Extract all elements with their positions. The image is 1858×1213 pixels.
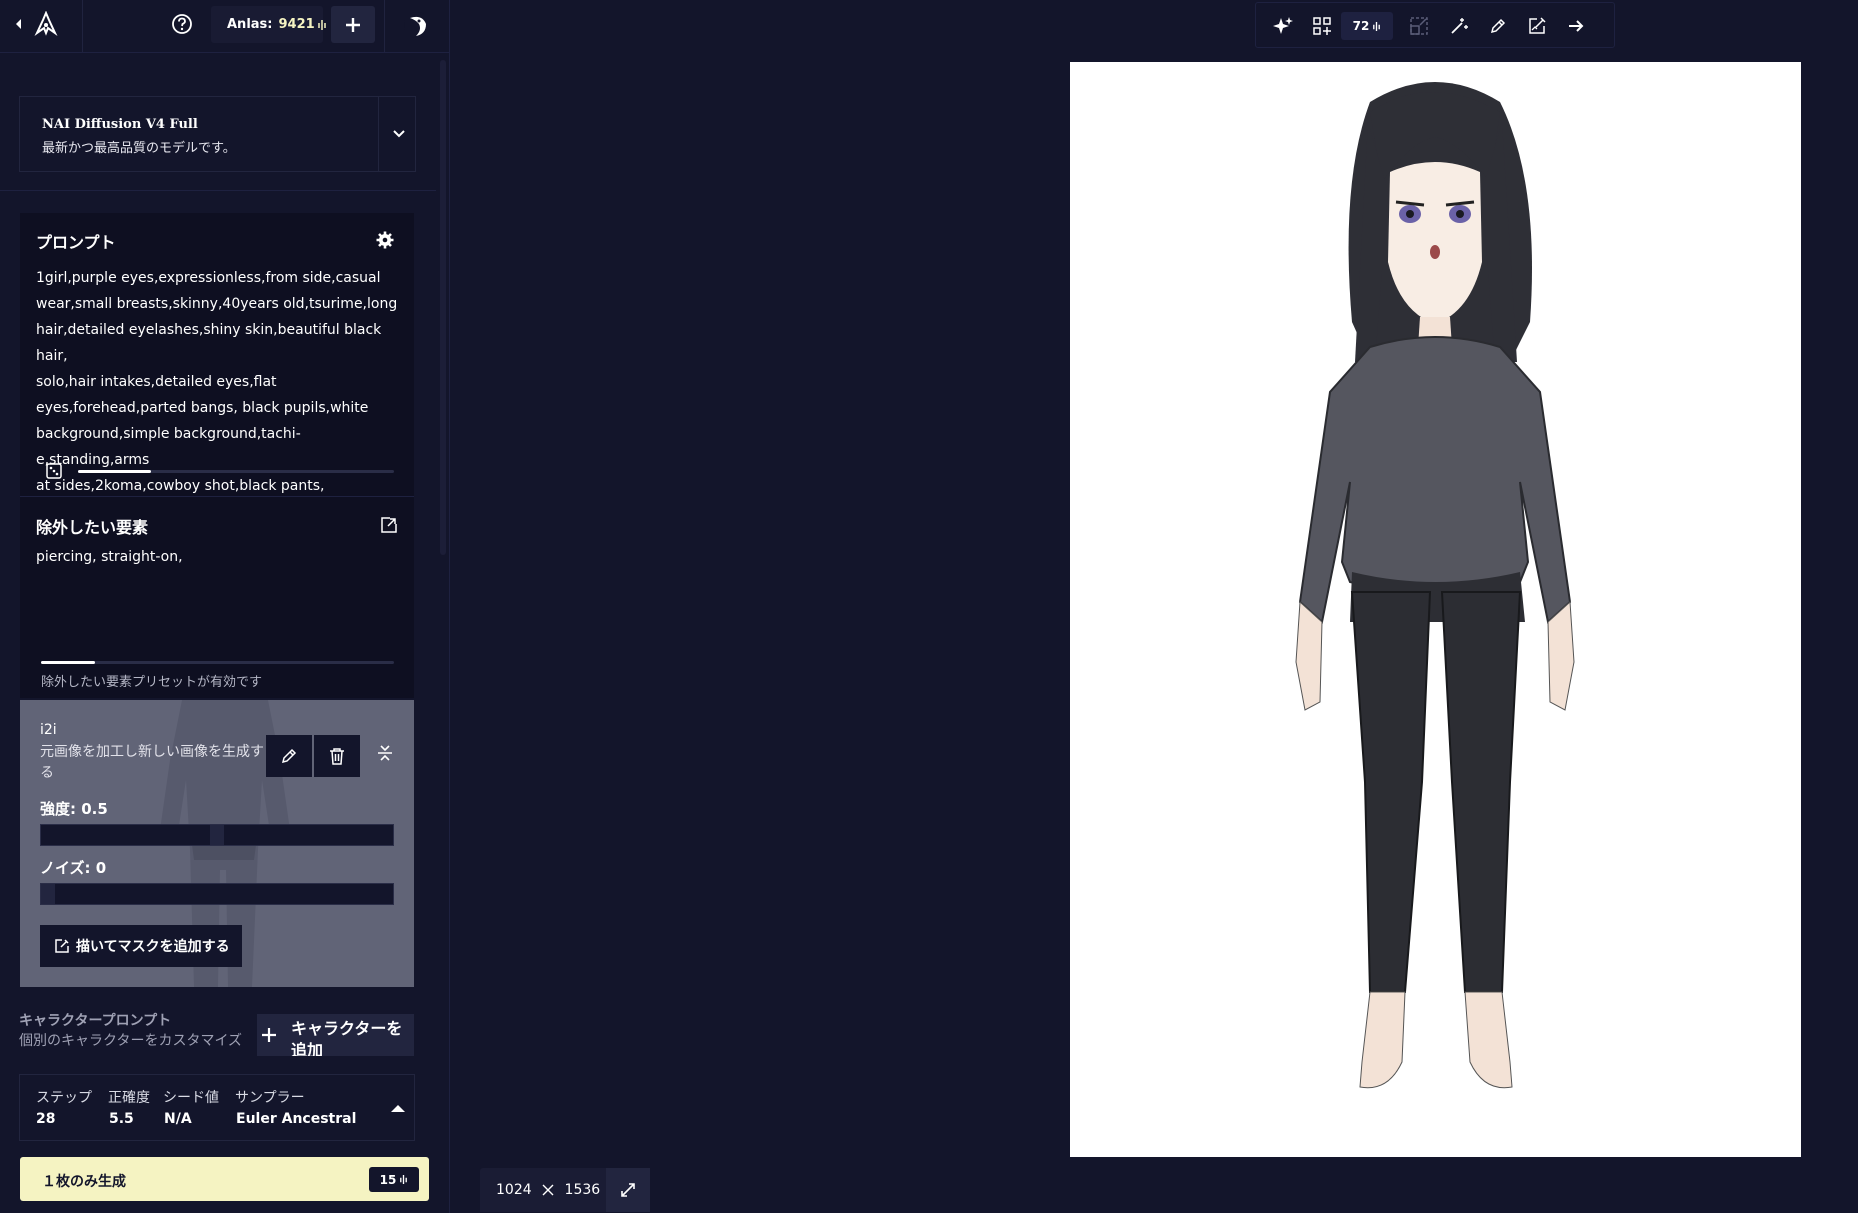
image-toolbar: 72 [1255, 2, 1615, 48]
negative-prompt-textarea[interactable]: piercing, straight-on, [36, 549, 183, 565]
anlas-label: Anlas: [227, 17, 273, 32]
grid-icon[interactable] [1309, 13, 1335, 39]
anlas-value: 9421 [278, 17, 315, 32]
anlas-icon [399, 1174, 408, 1185]
height-value: 1536 [564, 1182, 601, 1198]
generated-character-illustration [1295, 82, 1575, 1089]
prompt-token-fill [78, 470, 151, 473]
add-mask-button[interactable]: 描いてマスクを追加する [40, 925, 242, 967]
model-selector[interactable]: NAI Diffusion V4 Full 最新かつ最高品質のモデルです。 [19, 96, 416, 172]
generate-cost: 15 [369, 1167, 419, 1192]
strength-slider-handle[interactable] [210, 825, 224, 845]
strength-slider[interactable] [40, 824, 394, 846]
steps-value: 28 [36, 1111, 56, 1127]
settings-gear-icon[interactable] [376, 231, 394, 249]
dimensions-text: 1024 1536 [496, 1182, 600, 1198]
guidance-label: 正確度 [108, 1090, 150, 1106]
generation-params[interactable]: ステップ 28 正確度 5.5 シード値 N/A サンプラー Euler Anc… [19, 1074, 415, 1141]
generate-label: １枚のみ生成 [42, 1174, 126, 1190]
anlas-icon [317, 19, 327, 31]
divider [378, 97, 379, 171]
upscale-icon[interactable] [1406, 13, 1432, 39]
times-icon [542, 1184, 554, 1196]
expand-button[interactable] [606, 1168, 650, 1212]
avatar-icon[interactable] [402, 10, 432, 40]
negative-prompt-panel: 除外したい要素 piercing, straight-on, 除外したい要素プリ… [20, 496, 414, 698]
guidance-value: 5.5 [109, 1111, 134, 1127]
prompt-textarea[interactable]: 1girl,purple eyes,expressionless,from si… [36, 265, 402, 499]
help-icon[interactable] [171, 13, 193, 35]
arrow-right-icon[interactable] [1563, 13, 1589, 39]
edit-image-icon[interactable] [1524, 13, 1550, 39]
i2i-delete-button[interactable] [314, 735, 360, 777]
sidebar-scrollbar[interactable] [440, 60, 446, 555]
expand-icon [620, 1182, 636, 1198]
strength-label: 強度: 0.5 [40, 800, 108, 818]
i2i-title: i2i [40, 722, 57, 738]
seed-label: シード値 [163, 1090, 219, 1106]
import-icon[interactable] [380, 516, 398, 534]
sampler-label: サンプラー [235, 1090, 305, 1106]
chevron-up-icon[interactable] [390, 1102, 406, 1114]
add-character-label: キャラクターを追加 [291, 1019, 403, 1056]
buy-anlas-button[interactable] [331, 6, 375, 43]
noise-slider-handle[interactable] [41, 884, 55, 904]
paint-icon[interactable] [1485, 13, 1511, 39]
chevron-down-icon[interactable] [392, 127, 406, 141]
negative-token-fill [41, 661, 95, 664]
plus-icon [345, 17, 361, 33]
negative-prompt-title: 除外したい要素 [36, 518, 149, 537]
character-prompt-sublabel: 個別のキャラクターをカスタマイズ [19, 1033, 243, 1049]
noise-value: 0 [95, 859, 107, 877]
noise-slider[interactable] [40, 883, 394, 905]
divider [0, 190, 436, 191]
divider [0, 52, 450, 53]
i2i-description: 元画像を加工し新しい画像を生成する [40, 744, 264, 781]
negative-preset-note: 除外したい要素プリセットが有効です [41, 675, 263, 690]
nai-logo-icon[interactable] [34, 11, 58, 37]
anlas-balance: Anlas: 9421 [211, 6, 326, 43]
strength-value: 0.5 [81, 800, 108, 818]
noise-label: ノイズ: 0 [40, 859, 107, 877]
negative-token-bar [41, 661, 394, 664]
model-name: NAI Diffusion V4 Full [42, 117, 198, 132]
sidebar: Anlas: 9421 NAI Diffusion V4 Full 最新かつ最高… [0, 0, 450, 1213]
sampler-value: Euler Ancestral [236, 1111, 357, 1127]
generated-image[interactable] [1070, 62, 1801, 1157]
anlas-icon [1372, 21, 1381, 32]
prompt-title: プロンプト [36, 233, 116, 252]
mask-icon [54, 938, 70, 954]
generate-button[interactable]: １枚のみ生成 15 [20, 1157, 429, 1201]
sparkle-icon[interactable] [1270, 13, 1296, 39]
trash-icon [329, 747, 345, 765]
add-mask-label: 描いてマスクを追加する [76, 939, 230, 955]
plus-icon [261, 1027, 277, 1043]
prompt-panel: プロンプト 1girl,purple eyes,expressionless,f… [20, 213, 414, 496]
prompt-token-bar [78, 470, 394, 473]
steps-label: ステップ [36, 1090, 92, 1106]
back-arrow-icon[interactable] [14, 15, 24, 33]
character-prompt-label: キャラクタープロンプト [19, 1013, 172, 1029]
i2i-edit-button[interactable] [266, 735, 312, 777]
pencil-icon [280, 747, 298, 765]
model-description: 最新かつ最高品質のモデルです。 [42, 141, 236, 156]
collapse-icon[interactable] [377, 744, 393, 762]
magic-wand-icon[interactable] [1446, 13, 1472, 39]
image-dimensions: 1024 1536 [480, 1168, 650, 1212]
seed-value: N/A [164, 1111, 192, 1127]
width-value: 1024 [496, 1182, 532, 1198]
add-character-button[interactable]: キャラクターを追加 [257, 1014, 414, 1056]
toolbar-cost: 72 [1341, 12, 1393, 40]
dice-icon[interactable] [46, 463, 62, 479]
i2i-panel: i2i 元画像を加工し新しい画像を生成する 強度: 0.5 ノイズ: 0 描いて… [20, 700, 414, 987]
sidebar-topbar: Anlas: 9421 [0, 0, 450, 52]
